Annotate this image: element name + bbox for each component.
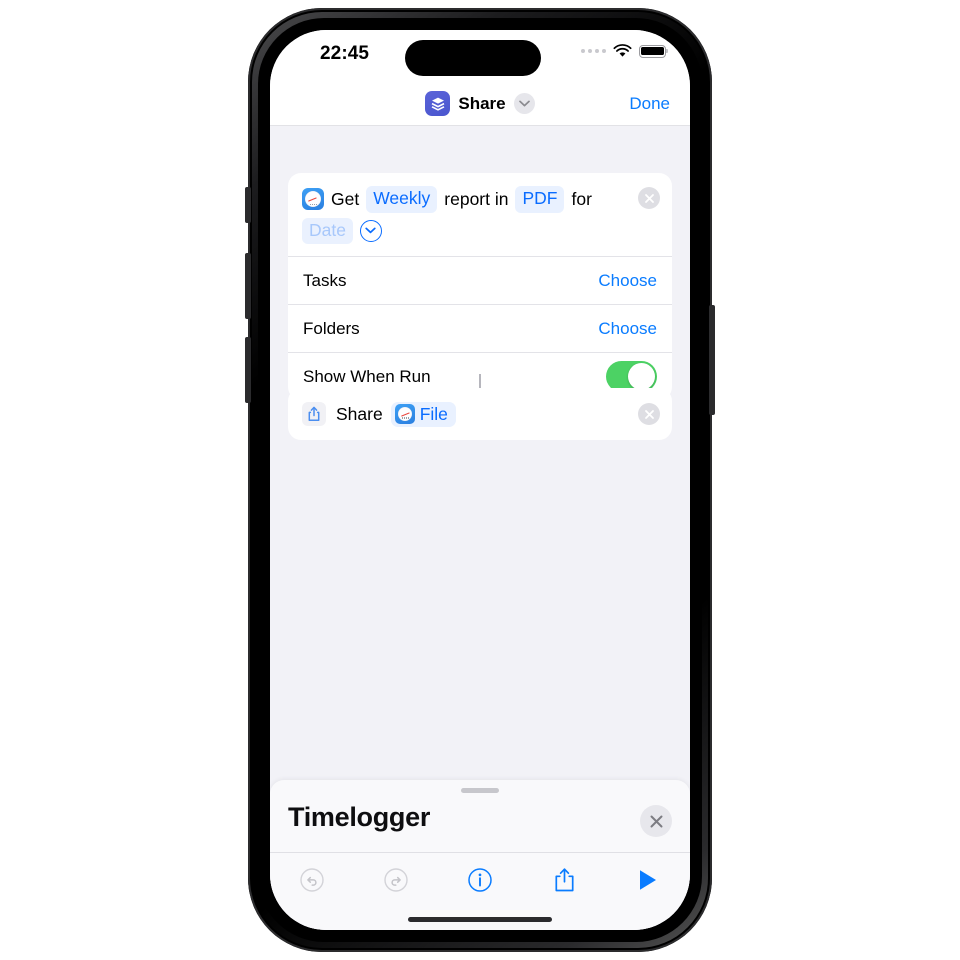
redo-icon[interactable] (354, 867, 438, 893)
bottom-sheet: Timelogger (270, 780, 690, 930)
sheet-grabber[interactable] (461, 788, 499, 793)
battery-full-icon (639, 44, 669, 58)
page-title: Share (458, 93, 506, 113)
remove-action-icon[interactable] (638, 403, 660, 425)
share-glyph-icon (302, 402, 326, 426)
remove-action-icon[interactable] (638, 187, 660, 209)
status-bar-indicators (581, 44, 669, 58)
play-icon[interactable] (606, 868, 690, 892)
action-connector-line (479, 374, 481, 388)
timelogger-app-icon (302, 188, 324, 211)
power-button-hardware[interactable] (709, 305, 715, 415)
cellular-dots-icon (581, 49, 606, 53)
home-indicator (408, 917, 552, 922)
volume-up-button-hardware[interactable] (245, 253, 251, 319)
status-bar: 22:45 (270, 30, 690, 82)
row-label: Tasks (303, 270, 347, 290)
action-button-hardware[interactable] (245, 187, 251, 223)
screenshot-root: 22:45 Share Done Get Weekly report in PD… (0, 0, 960, 960)
close-icon[interactable] (640, 805, 672, 837)
row-label: Show When Run (303, 366, 431, 386)
info-icon[interactable] (438, 867, 522, 893)
action-card-share-file[interactable]: Share File (288, 388, 672, 440)
shortcuts-app-icon (425, 91, 451, 116)
share-icon[interactable] (522, 867, 606, 893)
row-label: Folders (303, 318, 360, 338)
param-token-date[interactable]: Date (302, 217, 353, 245)
parameter-row-folders[interactable]: Folders Choose (288, 304, 672, 352)
action-header[interactable]: Get Weekly report in PDF for Date (288, 173, 672, 256)
action-card-get-report: Get Weekly report in PDF for Date Tasks … (288, 173, 672, 401)
choose-button-tasks[interactable]: Choose (598, 271, 657, 291)
phrase-word-for: for (571, 188, 592, 209)
chevron-down-icon[interactable] (513, 93, 535, 114)
shortcut-name: Timelogger (288, 802, 431, 832)
phrase-word-report-in: report in (444, 188, 509, 209)
navigation-bar: Share Done (270, 82, 690, 126)
param-token-report-type[interactable]: Weekly (366, 186, 438, 213)
status-bar-time: 22:45 (320, 43, 370, 64)
phrase-word-get: Get (331, 188, 360, 209)
param-token-file[interactable]: File (390, 401, 456, 427)
param-token-format[interactable]: PDF (515, 186, 565, 213)
undo-icon[interactable] (270, 867, 354, 893)
volume-down-button-hardware[interactable] (245, 337, 251, 403)
phone-screen: 22:45 Share Done Get Weekly report in PD… (270, 30, 690, 930)
choose-button-folders[interactable]: Choose (598, 319, 657, 339)
share-action-label: Share (336, 403, 383, 424)
parameter-row-tasks[interactable]: Tasks Choose (288, 256, 672, 304)
file-token-label: File (419, 403, 448, 424)
chevron-down-circle-icon[interactable] (359, 219, 382, 242)
action-phrase: Get Weekly report in PDF for Date (302, 186, 658, 245)
timelogger-app-icon (394, 404, 415, 424)
wifi-icon (613, 44, 632, 57)
done-button[interactable]: Done (629, 94, 670, 114)
nav-title-group[interactable]: Share (270, 91, 690, 116)
editor-toolbar (270, 852, 690, 906)
dynamic-island (405, 40, 541, 76)
